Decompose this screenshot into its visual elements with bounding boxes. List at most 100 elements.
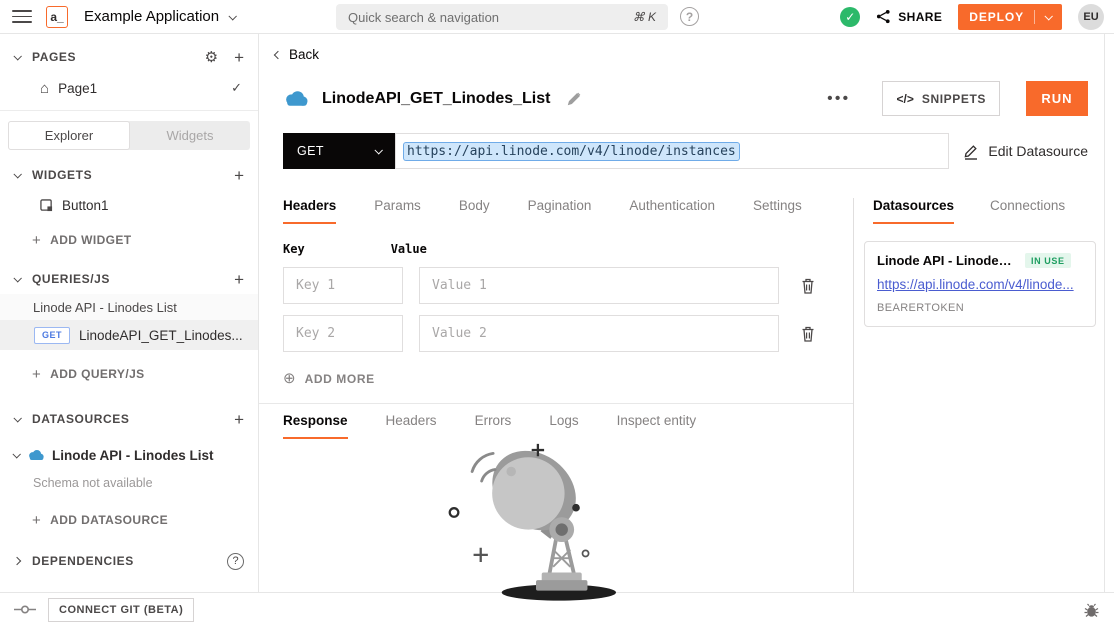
- chevron-down-icon[interactable]: [13, 274, 21, 282]
- deploy-button[interactable]: DEPLOY: [958, 4, 1062, 30]
- delete-row-button[interactable]: [801, 326, 815, 342]
- connect-git-button[interactable]: CONNECT GIT (BETA): [48, 598, 194, 622]
- key-input-2[interactable]: [283, 315, 403, 352]
- snippets-button[interactable]: </> SNIPPETS: [882, 81, 1000, 116]
- url-input[interactable]: https://api.linode.com/v4/linode/instanc…: [395, 133, 949, 169]
- tab-settings[interactable]: Settings: [753, 198, 802, 222]
- in-use-badge: IN USE: [1025, 253, 1071, 268]
- sidebar-item-datasource[interactable]: Linode API - Linodes List: [0, 440, 258, 470]
- queries-section-header[interactable]: QUERIES/JS +: [0, 264, 258, 294]
- query-title-row: LinodeAPI_GET_Linodes_List ••• </> SNIPP…: [259, 81, 1104, 116]
- method-badge: GET: [34, 327, 70, 344]
- explorer-sidebar: PAGES ⚙ + ⌂ Page1 ✓ Explorer Widgets WID…: [0, 34, 259, 592]
- cloud-icon: [27, 449, 44, 461]
- chevron-down-icon: [229, 12, 237, 20]
- add-page-button[interactable]: +: [234, 49, 244, 66]
- app-logo[interactable]: a_: [46, 6, 68, 28]
- add-query-label: ADD QUERY/JS: [50, 367, 144, 381]
- widgets-header-label: WIDGETS: [32, 168, 92, 182]
- hamburger-menu-icon[interactable]: [12, 10, 32, 23]
- add-widget-plus-icon[interactable]: +: [234, 167, 244, 184]
- widget-name: Button1: [62, 198, 109, 213]
- value-input-1[interactable]: [419, 267, 779, 304]
- edit-pencil-icon: [963, 143, 979, 160]
- delete-row-button[interactable]: [801, 278, 815, 294]
- edit-datasource-label: Edit Datasource: [988, 143, 1088, 159]
- user-avatar[interactable]: EU: [1078, 4, 1104, 30]
- tab-body[interactable]: Body: [459, 198, 490, 222]
- button-widget-icon: [40, 199, 53, 212]
- chevron-down-icon[interactable]: [13, 414, 21, 422]
- pages-section-header[interactable]: PAGES ⚙ +: [0, 42, 258, 72]
- request-tabs: Headers Params Body Pagination Authentic…: [259, 198, 853, 224]
- more-options-button[interactable]: •••: [827, 90, 850, 107]
- dependencies-section-header[interactable]: DEPENDENCIES ?: [0, 546, 258, 576]
- cloud-icon: [283, 90, 308, 107]
- query-group-label: Linode API - Linodes List: [0, 294, 258, 320]
- datasources-section-header[interactable]: DATASOURCES +: [0, 404, 258, 434]
- widgets-section-header[interactable]: WIDGETS +: [0, 160, 258, 190]
- chevron-down-icon[interactable]: [13, 170, 21, 178]
- page-name: Page1: [58, 81, 97, 96]
- tab-errors[interactable]: Errors: [475, 413, 512, 437]
- debug-bug-icon[interactable]: [1083, 602, 1100, 618]
- tab-datasources[interactable]: Datasources: [873, 198, 954, 224]
- add-widget-label: ADD WIDGET: [50, 233, 131, 247]
- tab-widgets[interactable]: Widgets: [130, 121, 250, 150]
- app-title-menu[interactable]: Example Application: [84, 8, 235, 25]
- deploy-divider: [1034, 10, 1035, 24]
- tab-response[interactable]: Response: [283, 413, 348, 439]
- chevron-down-icon[interactable]: [13, 52, 21, 60]
- chevron-down-icon[interactable]: [12, 450, 20, 458]
- add-query-button[interactable]: + ADD QUERY/JS: [0, 358, 258, 390]
- tab-pagination[interactable]: Pagination: [528, 198, 592, 222]
- dependencies-help-icon[interactable]: ?: [227, 553, 244, 570]
- datasources-header-label: DATASOURCES: [32, 412, 130, 426]
- method-dropdown[interactable]: GET: [283, 133, 395, 169]
- sidebar-item-button1[interactable]: Button1: [0, 190, 258, 220]
- quick-search-input[interactable]: Quick search & navigation ⌘ K: [336, 4, 668, 30]
- tab-response-headers[interactable]: Headers: [386, 413, 437, 437]
- header-row-1: [283, 267, 829, 304]
- query-name: LinodeAPI_GET_Linodes...: [79, 328, 243, 343]
- pages-settings-icon[interactable]: ⚙: [205, 50, 218, 65]
- back-button[interactable]: Back: [259, 34, 1104, 62]
- tab-inspect-entity[interactable]: Inspect entity: [617, 413, 697, 437]
- tab-connections[interactable]: Connections: [990, 198, 1065, 222]
- share-button[interactable]: SHARE: [876, 9, 942, 24]
- code-icon: </>: [896, 92, 913, 106]
- tab-logs[interactable]: Logs: [549, 413, 578, 437]
- sidebar-item-query[interactable]: GET LinodeAPI_GET_Linodes...: [0, 320, 258, 350]
- add-datasource-button[interactable]: + ADD DATASOURCE: [0, 504, 258, 536]
- add-datasource-plus-icon[interactable]: +: [234, 411, 244, 428]
- tab-explorer[interactable]: Explorer: [8, 121, 130, 150]
- add-widget-button[interactable]: + ADD WIDGET: [0, 224, 258, 256]
- tab-authentication[interactable]: Authentication: [629, 198, 715, 222]
- value-input-2[interactable]: [419, 315, 779, 352]
- key-input-1[interactable]: [283, 267, 403, 304]
- chevron-right-icon[interactable]: [13, 557, 21, 565]
- add-more-button[interactable]: ⊕ ADD MORE: [283, 371, 829, 386]
- pages-header-label: PAGES: [32, 50, 76, 64]
- datasource-card[interactable]: Linode API - Linodes L... IN USE https:/…: [864, 241, 1096, 327]
- satellite-dish-illustration: [441, 441, 671, 603]
- deploy-chevron-icon[interactable]: [1044, 12, 1052, 20]
- tab-params[interactable]: Params: [374, 198, 421, 222]
- help-icon[interactable]: ?: [680, 7, 699, 26]
- trash-icon: [801, 326, 815, 342]
- sidebar-item-page1[interactable]: ⌂ Page1 ✓: [0, 72, 258, 104]
- tab-headers[interactable]: Headers: [283, 198, 336, 224]
- run-button[interactable]: RUN: [1026, 81, 1088, 116]
- url-value: https://api.linode.com/v4/linode/instanc…: [404, 143, 739, 160]
- snippets-label: SNIPPETS: [922, 92, 986, 106]
- query-title: LinodeAPI_GET_Linodes_List: [322, 90, 550, 108]
- response-divider: [259, 403, 853, 404]
- request-url-row: GET https://api.linode.com/v4/linode/ins…: [259, 133, 1104, 169]
- queries-header-label: QUERIES/JS: [32, 272, 110, 286]
- datasource-card-url-link[interactable]: https://api.linode.com/v4/linode...: [877, 277, 1083, 292]
- edit-name-pencil-icon[interactable]: [566, 91, 582, 107]
- share-icon: [876, 9, 891, 24]
- edit-datasource-button[interactable]: Edit Datasource: [963, 143, 1088, 160]
- datasource-card-title: Linode API - Linodes L...: [877, 253, 1017, 268]
- add-query-plus-icon[interactable]: +: [234, 271, 244, 288]
